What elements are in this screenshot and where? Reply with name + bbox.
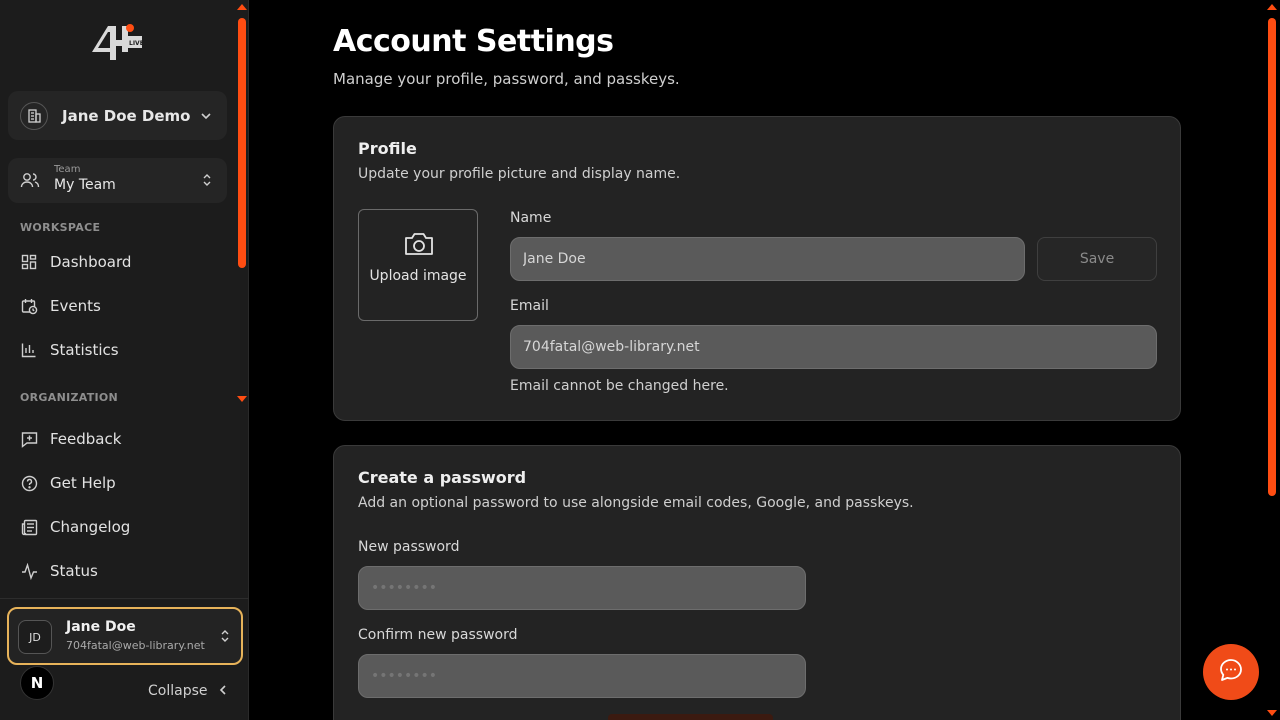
main-scrollbar-thumb[interactable] bbox=[1268, 18, 1276, 496]
user-account-menu[interactable]: JD Jane Doe 704fatal@web-library.net bbox=[7, 607, 243, 665]
nav-label: Events bbox=[50, 297, 101, 315]
sidebar-divider bbox=[0, 598, 249, 599]
section-label-workspace: WORKSPACE bbox=[20, 221, 101, 234]
confirm-password-field[interactable] bbox=[358, 654, 806, 698]
profile-card-title: Profile bbox=[358, 139, 417, 158]
chat-support-button[interactable] bbox=[1203, 644, 1259, 700]
upload-image-label: Upload image bbox=[369, 268, 467, 284]
name-field[interactable] bbox=[510, 237, 1025, 281]
nav-label: Dashboard bbox=[50, 253, 132, 271]
page-title: Account Settings bbox=[333, 24, 614, 59]
password-card: Create a password Add an optional passwo… bbox=[333, 445, 1181, 720]
organization-name: Jane Doe Demo bbox=[62, 106, 191, 125]
collapse-label: Collapse bbox=[148, 682, 208, 699]
name-label: Name bbox=[510, 210, 552, 226]
user-name: Jane Doe bbox=[66, 619, 136, 635]
profile-card: Profile Update your profile picture and … bbox=[333, 116, 1181, 421]
svg-text:LIVE: LIVE bbox=[129, 40, 144, 47]
email-hint: Email cannot be changed here. bbox=[510, 378, 729, 394]
nav-label: Changelog bbox=[50, 518, 131, 536]
nav-item-get-help[interactable]: Get Help bbox=[8, 465, 227, 501]
team-name: My Team bbox=[54, 177, 116, 193]
chevron-up-down-icon bbox=[219, 628, 231, 648]
profile-card-description: Update your profile picture and display … bbox=[358, 166, 681, 182]
nav-label: Get Help bbox=[50, 474, 116, 492]
new-password-field[interactable] bbox=[358, 566, 806, 610]
email-field[interactable] bbox=[510, 325, 1157, 369]
users-icon bbox=[20, 171, 40, 193]
nav-label: Feedback bbox=[50, 430, 122, 448]
main-content: Account Settings Manage your profile, pa… bbox=[250, 0, 1280, 720]
nav-label: Statistics bbox=[50, 341, 119, 359]
nav-item-dashboard[interactable]: Dashboard bbox=[8, 244, 227, 280]
sidebar: LIVE Jane Doe Demo Team My Team WORKSPAC… bbox=[0, 0, 249, 720]
help-circle-icon bbox=[20, 474, 38, 492]
avatar: JD bbox=[18, 620, 52, 654]
nav-label: Status bbox=[50, 562, 98, 580]
building-icon bbox=[20, 101, 48, 130]
upload-image-button[interactable]: Upload image bbox=[358, 209, 478, 321]
dashboard-icon bbox=[20, 253, 38, 271]
camera-icon bbox=[403, 230, 435, 262]
collapse-sidebar-button[interactable]: Collapse bbox=[148, 681, 228, 700]
organization-switcher[interactable]: Jane Doe Demo bbox=[8, 91, 227, 140]
app-logo[interactable]: LIVE bbox=[88, 18, 146, 64]
activity-icon bbox=[20, 562, 38, 580]
save-button[interactable]: Save bbox=[1037, 237, 1157, 281]
chevron-up-down-icon bbox=[201, 172, 213, 192]
section-label-organization: ORGANIZATION bbox=[20, 391, 119, 404]
user-email: 704fatal@web-library.net bbox=[66, 639, 205, 652]
bar-chart-icon bbox=[20, 341, 38, 359]
main-scroll-down-arrow[interactable] bbox=[1267, 710, 1277, 716]
page-subtitle: Manage your profile, password, and passk… bbox=[333, 70, 680, 88]
nav-item-changelog[interactable]: Changelog bbox=[8, 509, 227, 545]
nav-item-events[interactable]: Events bbox=[8, 288, 227, 324]
app-root: LIVE Jane Doe Demo Team My Team WORKSPAC… bbox=[0, 0, 1280, 720]
sidebar-scrollbar-thumb[interactable] bbox=[238, 18, 246, 268]
team-switcher[interactable]: Team My Team bbox=[8, 158, 227, 203]
team-caption: Team bbox=[54, 164, 81, 175]
nav-item-statistics[interactable]: Statistics bbox=[8, 332, 227, 368]
password-card-description: Add an optional password to use alongsid… bbox=[358, 495, 914, 511]
create-password-button-partial[interactable] bbox=[608, 714, 773, 720]
chat-bubble-icon bbox=[1218, 657, 1244, 687]
new-password-label: New password bbox=[358, 539, 460, 555]
calendar-clock-icon bbox=[20, 297, 38, 315]
chevron-down-icon bbox=[199, 108, 213, 127]
password-card-title: Create a password bbox=[358, 468, 527, 487]
sidebar-scroll-up-arrow[interactable] bbox=[237, 4, 247, 10]
sidebar-scroll-down-arrow[interactable] bbox=[237, 396, 247, 402]
nav-item-status[interactable]: Status bbox=[8, 553, 227, 589]
confirm-password-label: Confirm new password bbox=[358, 627, 518, 643]
main-scroll-up-arrow[interactable] bbox=[1267, 4, 1277, 10]
newspaper-icon bbox=[20, 518, 38, 536]
n-badge[interactable]: N bbox=[20, 666, 54, 700]
email-label: Email bbox=[510, 298, 549, 314]
nav-item-feedback[interactable]: Feedback bbox=[8, 421, 227, 457]
feedback-icon bbox=[20, 430, 38, 448]
chevron-left-icon bbox=[218, 681, 228, 700]
